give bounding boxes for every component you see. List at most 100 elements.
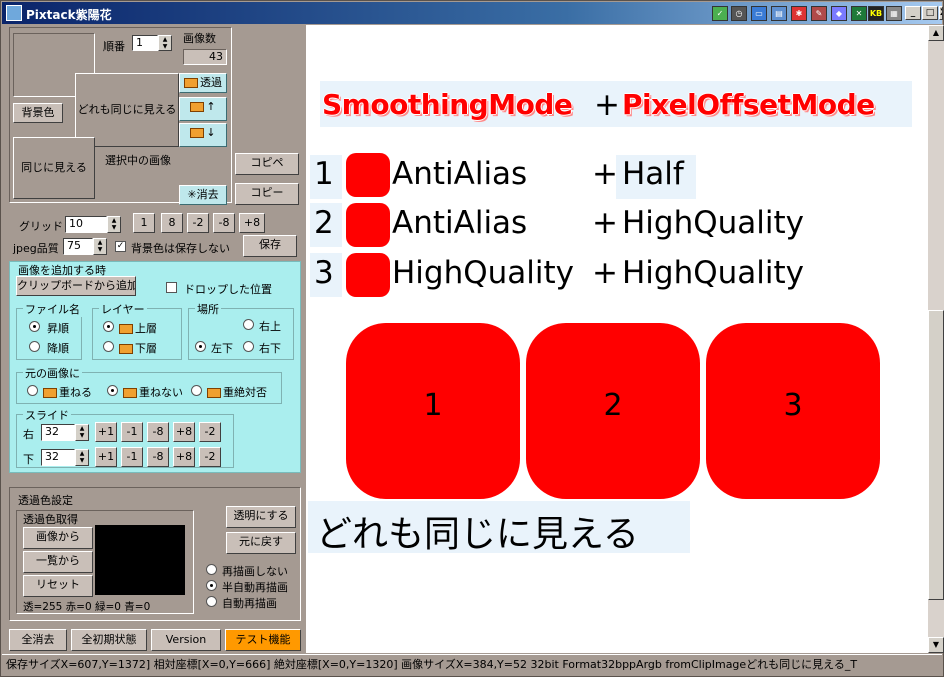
grid-step-1[interactable]: 1: [133, 213, 155, 233]
slide-group-title: スライド: [23, 407, 71, 423]
slide-down-minus1[interactable]: -1: [121, 447, 143, 467]
slide-down-input[interactable]: 32: [41, 449, 75, 466]
scroll-down-arrow[interactable]: ▼: [928, 637, 944, 653]
orig-overlap-radio[interactable]: [27, 385, 38, 396]
orig-never-icon: [207, 388, 221, 398]
slide-right-minus1[interactable]: -1: [121, 422, 143, 442]
tray-calendar-icon[interactable]: ▦: [886, 6, 902, 21]
jpeg-quality-spinner[interactable]: ▲ ▼: [93, 238, 107, 255]
redraw-semi-radio[interactable]: [206, 580, 217, 591]
slide-down-minus2[interactable]: -2: [199, 447, 221, 467]
slide-right-plus8[interactable]: +8: [173, 422, 195, 442]
make-transparent-button[interactable]: 透明にする: [226, 506, 296, 528]
transparent-button[interactable]: 透過: [179, 73, 227, 93]
slide-down-spinner[interactable]: ▲ ▼: [75, 449, 89, 466]
tab-version[interactable]: Version: [151, 629, 221, 651]
place-top-right-label: 右上: [259, 320, 281, 333]
grid-step-minus2[interactable]: -2: [187, 213, 209, 233]
layer-group-title: レイヤー: [99, 301, 147, 317]
tray-clock-icon[interactable]: ◷: [731, 6, 747, 21]
clear-button[interactable]: ✳消去: [179, 185, 227, 205]
reset-button[interactable]: リセット: [23, 575, 93, 597]
restore-button[interactable]: 元に戻す: [226, 532, 296, 554]
slide-down-minus8[interactable]: -8: [147, 447, 169, 467]
layer-top-radio[interactable]: [103, 321, 114, 332]
slide-right-minus8[interactable]: -8: [147, 422, 169, 442]
layer-bottom-radio[interactable]: [103, 341, 114, 352]
heading-plus: +: [594, 87, 620, 123]
tray-excel-icon[interactable]: ✕: [851, 6, 867, 21]
window-title: Pixtack紫陽花: [26, 8, 112, 22]
clipboard-add-button[interactable]: クリップボードから追加: [16, 276, 136, 296]
layer-up-icon: [190, 102, 205, 112]
copy-button[interactable]: コピー: [235, 183, 299, 205]
image-canvas[interactable]: SmoothingMode + PixelOffsetMode 1 AntiAl…: [306, 25, 928, 653]
order-input[interactable]: 1: [132, 35, 158, 51]
copy-paste-button[interactable]: コピペ: [235, 153, 299, 175]
place-bottom-right-label: 右下: [259, 342, 281, 355]
slide-down-plus1[interactable]: +1: [95, 447, 117, 467]
save-button[interactable]: 保存: [243, 235, 297, 257]
slide-right-plus1[interactable]: +1: [95, 422, 117, 442]
tray-pen-icon[interactable]: ✎: [811, 6, 827, 21]
minimize-button[interactable]: _: [905, 6, 921, 20]
rounded-box-2: 2: [526, 323, 700, 499]
transparency-title: 透過色設定: [18, 494, 73, 507]
filename-desc-radio[interactable]: [29, 341, 40, 352]
bg-no-save-checkbox[interactable]: ✓: [115, 241, 126, 252]
title-bar[interactable]: Pixtack紫陽花 ✓ ◷ ▭ ▤ ✱ ✎ ◆ ✕ KB ▦ _ □ X: [2, 2, 943, 24]
layer-down-button[interactable]: ↓: [179, 123, 227, 147]
image-count-label: 画像数: [183, 32, 216, 45]
jpeg-quality-label: jpeg品質: [13, 242, 59, 255]
layer-top-text: 上層: [135, 322, 157, 335]
filename-asc-radio[interactable]: [29, 321, 40, 332]
orig-no-overlap-radio[interactable]: [107, 385, 118, 396]
row-2-offset: HighQuality: [622, 205, 805, 241]
place-bottom-left-radio[interactable]: [195, 341, 206, 352]
slide-right-minus2[interactable]: -2: [199, 422, 221, 442]
jpeg-quality-input[interactable]: 75: [63, 238, 93, 255]
slide-down-plus8[interactable]: +8: [173, 447, 195, 467]
redraw-none-radio[interactable]: [206, 564, 217, 575]
vertical-scrollbar[interactable]: ▲ ▼: [928, 25, 944, 653]
scroll-up-arrow[interactable]: ▲: [928, 25, 944, 41]
slide-right-spinner[interactable]: ▲ ▼: [75, 424, 89, 441]
status-bar: 保存サイズX=607,Y=1372] 相対座標[X=0,Y=666] 絶対座標[…: [2, 654, 942, 676]
redraw-auto-radio[interactable]: [206, 596, 217, 607]
drop-position-checkbox[interactable]: [166, 282, 177, 293]
from-image-button[interactable]: 画像から: [23, 527, 93, 549]
scroll-thumb[interactable]: [928, 310, 944, 600]
bg-color-button[interactable]: 背景色: [13, 103, 63, 123]
filename-group-title: ファイル名: [23, 301, 82, 317]
add-image-section: 画像を追加する時 クリップボードから追加 ドロップした位置 ファイル名 昇順 降…: [9, 261, 301, 473]
slide-right-input[interactable]: 32: [41, 424, 75, 441]
tray-app-icon[interactable]: ◆: [831, 6, 847, 21]
tray-monitor-icon[interactable]: ▭: [751, 6, 767, 21]
place-top-right-radio[interactable]: [243, 319, 254, 330]
from-list-button[interactable]: 一覧から: [23, 551, 93, 573]
orig-never-radio[interactable]: [191, 385, 202, 396]
tab-clear-all[interactable]: 全消去: [9, 629, 67, 651]
grid-step-minus8[interactable]: -8: [213, 213, 235, 233]
heading-pixeloffset: PixelOffsetMode: [622, 88, 875, 121]
grid-input[interactable]: 10: [65, 216, 107, 233]
tray-mail-icon[interactable]: ✓: [712, 6, 728, 21]
orig-never-label: 重絶対否: [207, 384, 267, 400]
tab-test-features[interactable]: テスト機能: [225, 629, 301, 651]
tray-bug-icon[interactable]: ✱: [791, 6, 807, 21]
place-group-title: 場所: [195, 301, 221, 317]
place-bottom-right-radio[interactable]: [243, 341, 254, 352]
grid-spinner[interactable]: ▲ ▼: [107, 216, 121, 233]
grid-step-plus8[interactable]: +8: [239, 213, 265, 233]
row-2-plus: +: [592, 205, 618, 241]
tray-keyboard-icon[interactable]: KB: [868, 6, 884, 21]
close-button[interactable]: X: [939, 6, 943, 20]
grid-step-8[interactable]: 8: [161, 213, 183, 233]
order-spinner[interactable]: ▲ ▼: [158, 35, 172, 51]
maximize-button[interactable]: □: [922, 6, 938, 20]
layer-up-button[interactable]: ↑: [179, 97, 227, 121]
tab-reset-all[interactable]: 全初期状態: [71, 629, 147, 651]
tray-window-icon[interactable]: ▤: [771, 6, 787, 21]
slide-right-label: 右: [23, 428, 34, 441]
app-icon: [6, 5, 22, 21]
